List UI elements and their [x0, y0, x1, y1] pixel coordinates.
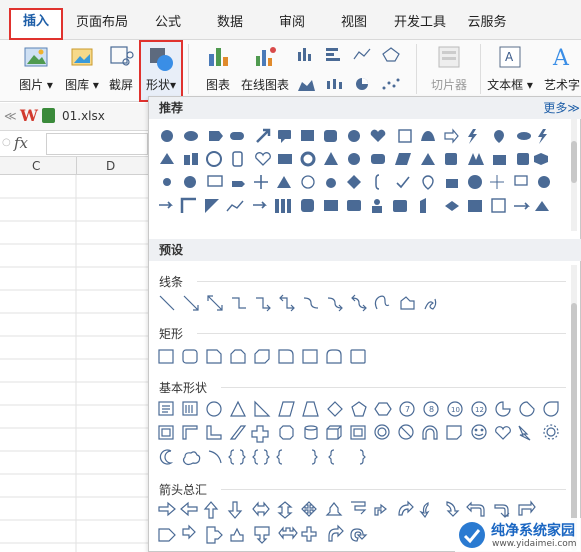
- rectangles-shapes-row[interactable]: [157, 347, 387, 367]
- preset-section-header: 预设: [149, 239, 581, 261]
- screenshot-label: 截屏: [108, 78, 133, 92]
- chart-label: 图表: [205, 78, 230, 92]
- chart-button[interactable]: 图表: [198, 44, 238, 93]
- shapes-dropdown-panel: 推荐 更多≫ 预设 线条 矩形 基本形状 7 8 10 12 箭头总汇: [148, 96, 581, 552]
- radar-chart-icon[interactable]: [380, 46, 402, 62]
- category-basic-shapes-label: 基本形状: [159, 381, 208, 395]
- tab-data[interactable]: 数据: [210, 10, 250, 36]
- shapes-label: 形状: [145, 78, 170, 92]
- stock-chart-icon[interactable]: [324, 76, 346, 92]
- svg-text:12: 12: [475, 406, 484, 414]
- file-tab-name[interactable]: 01.xlsx: [62, 109, 105, 123]
- watermark-title: 纯净系统家园: [491, 523, 575, 539]
- column-header-d[interactable]: D: [106, 159, 115, 173]
- category-lines-label: 线条: [159, 275, 184, 289]
- online-chart-label: 在线图表: [240, 78, 289, 92]
- ribbon-divider: [416, 44, 417, 94]
- area-chart-icon[interactable]: [296, 76, 318, 92]
- textbox-label: 文本框: [487, 78, 524, 92]
- tab-page-layout[interactable]: 页面布局: [72, 10, 132, 36]
- category-divider: [197, 281, 566, 282]
- category-divider: [221, 387, 566, 388]
- ribbon-divider: [480, 44, 481, 94]
- wordart-label: 艺术字: [543, 78, 580, 92]
- watermark-url: www.yidaimei.com: [492, 539, 577, 549]
- zoom-icon: ○: [2, 137, 11, 148]
- picture-label: 图片: [19, 78, 44, 92]
- tab-review[interactable]: 审阅: [272, 10, 312, 36]
- picture-icon: [23, 44, 49, 70]
- svg-text:A: A: [505, 50, 514, 64]
- svg-text:A: A: [552, 46, 570, 70]
- screenshot-button[interactable]: 截屏: [104, 44, 138, 93]
- wordart-icon: A: [549, 44, 575, 71]
- fx-icon[interactable]: fx: [14, 134, 28, 152]
- lines-shapes-row[interactable]: [157, 293, 457, 313]
- excel-file-icon: [42, 108, 55, 123]
- picture-button[interactable]: 图片 ▾: [14, 44, 58, 93]
- gallery-label: 图库: [65, 78, 90, 92]
- pie-chart-icon[interactable]: [352, 76, 374, 92]
- more-link[interactable]: 更多≫: [543, 97, 580, 119]
- tab-insert[interactable]: 插入: [9, 8, 63, 40]
- shapes-icon: [148, 46, 174, 72]
- formula-bar: ○ fx: [0, 131, 148, 157]
- tab-formula[interactable]: 公式: [148, 10, 188, 36]
- slicer-label: 切片器: [430, 78, 467, 92]
- ribbon-tab-bar: 插入 页面布局 公式 数据 审阅 视图 开发工具 云服务: [0, 0, 581, 40]
- gallery-button[interactable]: 图库 ▾: [60, 44, 104, 93]
- presets-scrollbar-thumb[interactable]: [571, 303, 577, 551]
- column-header-row: C D: [0, 157, 148, 175]
- recommended-shapes-grid[interactable]: [157, 125, 567, 237]
- scatter-chart-icon[interactable]: [380, 76, 402, 92]
- category-divider: [221, 489, 566, 490]
- category-rectangles-label: 矩形: [159, 327, 184, 341]
- wps-logo-icon: W: [20, 106, 38, 125]
- basic-shapes-grid[interactable]: 7 8 10 12: [157, 399, 567, 471]
- recommended-section-header: 推荐 更多≫: [149, 97, 581, 119]
- svg-text:10: 10: [451, 406, 460, 414]
- shapes-button[interactable]: 形状▾: [139, 40, 183, 102]
- bar-chart-icon: [205, 44, 231, 70]
- line-chart-icon[interactable]: [352, 46, 374, 62]
- textbox-button[interactable]: A 文本框 ▾: [484, 44, 536, 93]
- watermark-logo: 纯净系统家园 www.yidaimei.com: [455, 518, 581, 552]
- bar-chart-horizontal-icon[interactable]: [324, 46, 346, 62]
- slicer-button[interactable]: 切片器: [424, 44, 474, 93]
- tab-view[interactable]: 视图: [334, 10, 374, 36]
- wordart-button[interactable]: A 艺术字: [540, 44, 581, 93]
- tab-cloud[interactable]: 云服务: [462, 10, 512, 36]
- textbox-icon: A: [497, 44, 523, 70]
- slicer-icon: [436, 44, 462, 70]
- spreadsheet-grid[interactable]: [0, 157, 148, 552]
- recommended-scrollbar-thumb[interactable]: [571, 141, 577, 183]
- recommended-title: 推荐: [159, 101, 184, 115]
- ribbon-toolbar: 图片 ▾ 图库 ▾ 截屏 形状▾ 图表 在线图表 切片器 A 文本框 ▾ A 艺…: [0, 40, 581, 102]
- column-chart-icon[interactable]: [296, 46, 318, 62]
- gallery-icon: [69, 44, 95, 70]
- column-header-c[interactable]: C: [32, 159, 40, 173]
- column-divider: [76, 157, 77, 175]
- tab-dev-tools[interactable]: 开发工具: [390, 10, 450, 36]
- online-chart-button[interactable]: 在线图表: [238, 44, 292, 93]
- ribbon-divider: [188, 44, 189, 94]
- category-divider: [197, 333, 566, 334]
- watermark-logo-icon: [459, 522, 485, 548]
- svg-text:7: 7: [405, 405, 410, 414]
- category-block-arrows-label: 箭头总汇: [159, 483, 208, 497]
- formula-input[interactable]: [46, 133, 148, 155]
- nav-back-icon[interactable]: ≪: [4, 109, 17, 123]
- online-chart-icon: [252, 44, 278, 70]
- svg-text:8: 8: [429, 405, 434, 414]
- scissors-icon: [108, 44, 134, 70]
- preset-title: 预设: [159, 243, 184, 257]
